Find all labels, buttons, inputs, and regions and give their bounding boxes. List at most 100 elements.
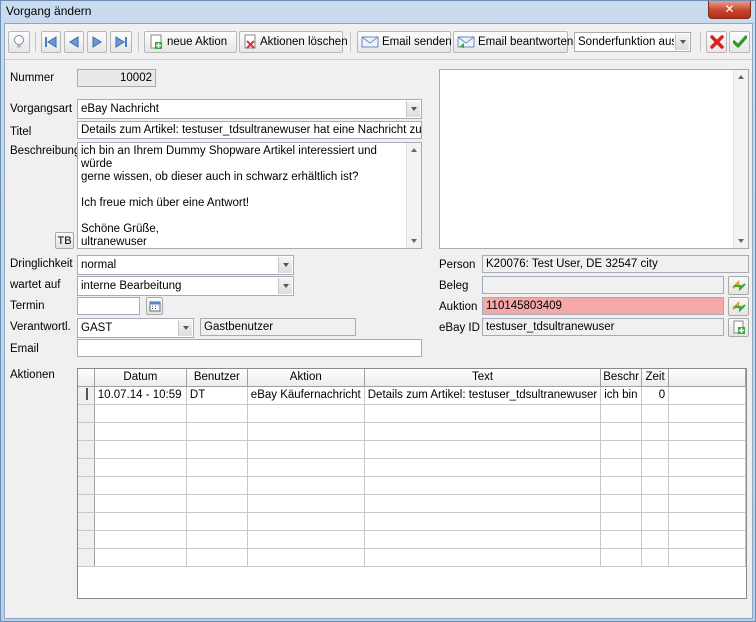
titel-input[interactable]: Details zum Artikel: testuser_tdsultrane…	[77, 121, 422, 139]
table-cell[interactable]	[94, 422, 187, 441]
table-cell[interactable]	[247, 440, 365, 459]
row-indicator[interactable]	[78, 494, 95, 513]
table-cell[interactable]: 0	[641, 386, 670, 405]
table-cell[interactable]	[247, 476, 365, 495]
table-cell[interactable]	[364, 458, 602, 477]
table-cell[interactable]	[94, 512, 187, 531]
chevron-down-icon[interactable]	[675, 34, 689, 50]
table-cell[interactable]	[364, 548, 602, 567]
new-action-button[interactable]: neue Aktion	[144, 31, 237, 53]
calendar-button[interactable]	[146, 297, 163, 315]
table-cell[interactable]	[247, 458, 365, 477]
column-header[interactable]: Datum	[94, 369, 187, 387]
table-row[interactable]	[78, 422, 746, 441]
table-cell[interactable]	[600, 548, 643, 567]
table-cell[interactable]	[641, 530, 670, 549]
table-cell[interactable]	[94, 404, 187, 423]
actions-grid[interactable]: Datum Benutzer Aktion Text Beschr Zeit 10.07.…	[77, 368, 747, 599]
table-cell[interactable]	[641, 512, 670, 531]
table-cell[interactable]	[247, 404, 365, 423]
table-cell[interactable]	[186, 494, 248, 513]
table-cell[interactable]	[186, 548, 248, 567]
table-cell[interactable]	[641, 494, 670, 513]
table-cell[interactable]	[600, 476, 643, 495]
table-cell[interactable]	[186, 458, 248, 477]
table-cell[interactable]	[641, 422, 670, 441]
table-cell[interactable]	[364, 422, 602, 441]
column-header[interactable]: Zeit	[641, 369, 670, 387]
verantwortl-select[interactable]: GAST	[77, 318, 194, 338]
beschreibung-textarea[interactable]: ich bin an Ihrem Dummy Shopware Artikel …	[77, 142, 422, 249]
dringlichkeit-select[interactable]: normal	[77, 255, 294, 275]
table-row[interactable]	[78, 440, 746, 459]
table-cell[interactable]	[600, 530, 643, 549]
cancel-button[interactable]	[706, 31, 727, 53]
send-email-button[interactable]: Email senden	[357, 31, 452, 53]
chevron-down-icon[interactable]	[278, 278, 292, 294]
table-cell[interactable]	[94, 476, 187, 495]
table-cell[interactable]	[600, 404, 643, 423]
table-cell[interactable]	[641, 404, 670, 423]
table-cell[interactable]	[186, 476, 248, 495]
table-row[interactable]	[78, 494, 746, 513]
row-indicator[interactable]	[78, 386, 95, 405]
table-cell[interactable]	[186, 440, 248, 459]
table-cell[interactable]	[94, 458, 187, 477]
table-cell[interactable]	[600, 512, 643, 531]
table-cell[interactable]	[364, 494, 602, 513]
notes-panel[interactable]	[439, 69, 749, 249]
table-cell[interactable]: DT	[186, 386, 248, 405]
table-cell[interactable]	[364, 530, 602, 549]
table-row[interactable]: 10.07.14 - 10:59 DT eBay Käufernachricht De…	[78, 386, 746, 405]
vorgangsart-select[interactable]: eBay Nachricht	[77, 99, 422, 119]
table-cell[interactable]	[186, 404, 248, 423]
table-cell[interactable]	[641, 458, 670, 477]
table-cell[interactable]	[186, 512, 248, 531]
table-cell[interactable]	[247, 512, 365, 531]
email-input[interactable]	[77, 339, 422, 357]
table-cell[interactable]	[364, 512, 602, 531]
row-indicator[interactable]	[78, 512, 95, 531]
column-header[interactable]: Text	[364, 369, 602, 387]
row-indicator[interactable]	[78, 422, 95, 441]
table-cell[interactable]	[94, 530, 187, 549]
table-cell[interactable]	[247, 548, 365, 567]
row-indicator[interactable]	[78, 476, 95, 495]
table-cell[interactable]	[600, 494, 643, 513]
chevron-down-icon[interactable]	[178, 320, 192, 336]
table-cell[interactable]	[247, 530, 365, 549]
special-function-select[interactable]: Sonderfunktion ausw	[574, 32, 691, 52]
table-cell[interactable]	[247, 422, 365, 441]
table-cell[interactable]	[364, 476, 602, 495]
next-record-button[interactable]	[87, 31, 107, 53]
table-cell[interactable]	[186, 422, 248, 441]
beleg-link-button[interactable]	[728, 276, 749, 295]
table-cell[interactable]	[641, 440, 670, 459]
table-cell[interactable]	[94, 440, 187, 459]
reply-email-button[interactable]: Email beantworten	[453, 31, 573, 53]
previous-record-button[interactable]	[64, 31, 84, 53]
first-record-button[interactable]	[41, 31, 61, 53]
delete-actions-button[interactable]: Aktionen löschen	[239, 31, 348, 53]
row-indicator[interactable]	[78, 440, 95, 459]
table-cell[interactable]	[641, 476, 670, 495]
hint-button[interactable]	[8, 31, 30, 53]
table-cell[interactable]: 10.07.14 - 10:59	[94, 386, 187, 405]
table-row[interactable]	[78, 548, 746, 567]
table-row[interactable]	[78, 512, 746, 531]
table-cell[interactable]	[600, 440, 643, 459]
auktion-link-button[interactable]	[728, 297, 749, 316]
table-row[interactable]	[78, 476, 746, 495]
termin-input[interactable]	[77, 297, 140, 315]
nummer-field[interactable]: 10002	[77, 69, 156, 87]
window-close-button[interactable]: ✕	[708, 1, 751, 19]
table-row[interactable]	[78, 458, 746, 477]
table-row[interactable]	[78, 530, 746, 549]
chevron-down-icon[interactable]	[278, 257, 292, 273]
last-record-button[interactable]	[110, 31, 132, 53]
row-indicator[interactable]	[78, 530, 95, 549]
table-cell[interactable]	[94, 548, 187, 567]
notes-scrollbar[interactable]	[733, 70, 748, 248]
table-cell[interactable]	[186, 530, 248, 549]
table-cell[interactable]: ich bin	[600, 386, 643, 405]
